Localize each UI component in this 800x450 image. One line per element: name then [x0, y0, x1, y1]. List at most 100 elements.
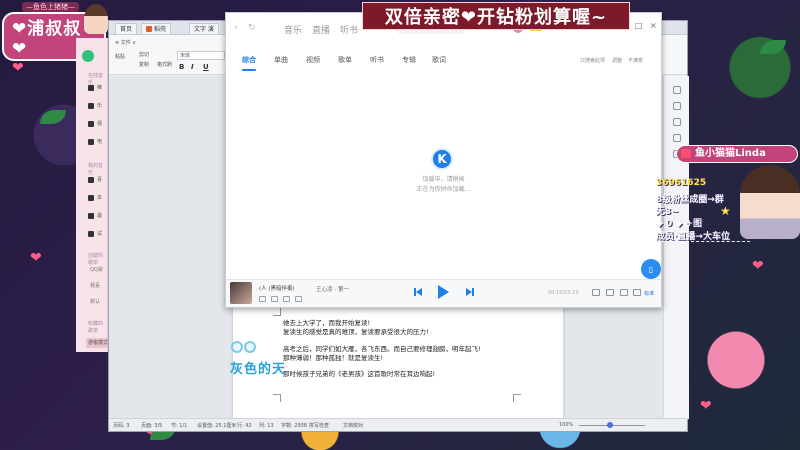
loop-icon[interactable] [606, 289, 614, 296]
paragraph: 复读生的感觉是真的难顶，复读要承受很大的压力! [283, 328, 429, 336]
video-icon [88, 120, 94, 127]
file-menu[interactable]: ≡ 文件 ∨ [115, 39, 136, 46]
zoom-slider-handle[interactable] [607, 422, 613, 428]
guest-mode-button[interactable]: 游客模式 [86, 338, 108, 348]
sidebar-item[interactable]: 乐 [88, 102, 108, 109]
status-row: 行: 42 [237, 423, 252, 429]
heart-decoration-icon: ❤ [700, 398, 712, 414]
sidebar-item[interactable]: 喜 [88, 176, 108, 183]
comment-icon[interactable] [283, 296, 290, 302]
gift-info: ◆ 0 ◆ +图 [656, 219, 703, 229]
play-button[interactable] [438, 285, 449, 299]
nav-music[interactable]: 音乐 [284, 23, 302, 36]
heart-decoration-icon: ❤ [12, 60, 24, 76]
loading-text: 加载中，请稍候 [422, 176, 465, 183]
room-id: 36961625 [656, 178, 707, 188]
spell-check-button[interactable]: 拼写检查 [309, 422, 329, 429]
status-setting: 设置值: 25.1厘米 [197, 423, 237, 429]
nav-audiobook[interactable]: 听书 [340, 23, 358, 36]
player-bar: (人 (黑暗伴奏) 王心凌 - 第一 00:16/03:23 标准 [226, 279, 661, 307]
doc-check-button[interactable]: 文档校对 [343, 422, 363, 429]
song-cover[interactable] [230, 282, 252, 304]
cut-button[interactable]: 剪切 [139, 51, 149, 58]
next-track-button[interactable] [466, 288, 474, 296]
sidebar-item[interactable]: 视 [88, 120, 108, 127]
sidebar-item[interactable]: 本 [88, 194, 108, 201]
copy-button[interactable]: 复制 [139, 61, 149, 68]
streamer-avatar [84, 4, 108, 34]
sidebar-item[interactable]: 最 [88, 212, 108, 219]
panel-tool-icon[interactable] [673, 86, 681, 94]
divider-line [630, 241, 750, 242]
music-search-window: ‹ ↻ 音乐 直播 听书 Q 搜索 – □ × 综合 单曲 视频 歌单 听书 专… [225, 12, 662, 308]
playlist-icon[interactable] [633, 289, 641, 296]
playback-time: 00:16/03:23 [548, 290, 579, 296]
streamer-badge-tag: —鱼色上猪猪— [22, 2, 79, 12]
heart-icon [88, 176, 94, 183]
panel-tool-icon[interactable] [673, 102, 681, 110]
panel-tool-icon[interactable] [673, 118, 681, 126]
heart-decoration-icon: ❤ [752, 258, 764, 274]
audio-quality-badge[interactable]: 标准 [644, 290, 654, 297]
tab-lyrics[interactable]: 歌词 [432, 55, 446, 65]
tab-docer[interactable]: 稻壳 [141, 23, 172, 34]
refresh-icon[interactable]: ↻ [248, 23, 256, 33]
star-icon: ★ [720, 204, 731, 218]
tab-document[interactable]: 文字 演 [189, 23, 219, 34]
active-tab-indicator [242, 69, 256, 71]
zoom-level: 100% [559, 422, 574, 428]
tab-videos[interactable]: 视频 [306, 55, 320, 65]
sidebar-item[interactable]: 电 [88, 138, 108, 145]
song-title[interactable]: (人 (黑暗伴奏) [259, 284, 295, 292]
sidebar-section-collected: 收藏的歌单 [88, 321, 104, 334]
format-painter-button[interactable]: 格式刷 [157, 61, 172, 68]
volume-icon[interactable] [592, 289, 600, 296]
sidebar-item[interactable]: 推 [88, 84, 108, 91]
back-arrow-icon[interactable]: ‹ [234, 23, 238, 33]
status-section: 节: 1/1 [171, 423, 188, 429]
tab-overall[interactable]: 综合 [242, 55, 256, 65]
tab-home[interactable]: 首页 [115, 23, 138, 34]
sidebar-playlist[interactable]: 我喜 [90, 282, 100, 289]
streamer-avatar-right [740, 165, 800, 239]
feedback-link[interactable]: 不满意 [628, 57, 643, 64]
italic-button[interactable]: I [191, 63, 194, 71]
sidebar-playlist[interactable]: 默认 [90, 298, 100, 305]
download-icon[interactable] [271, 296, 278, 302]
overlay-sticker-text: 灰色的天 [230, 362, 287, 377]
adjust-link[interactable]: 调整 [612, 57, 622, 64]
sidebar-playlist[interactable]: QQ歌 [90, 266, 103, 273]
tab-audiobooks[interactable]: 听书 [370, 55, 384, 65]
tab-playlists[interactable]: 歌单 [338, 55, 352, 65]
font-name-select[interactable]: 宋体 [177, 51, 225, 60]
kugou-logo-icon: K [431, 148, 453, 170]
document-sidepanel [663, 76, 689, 419]
margin-mark [273, 394, 281, 402]
mobile-device-button[interactable]: ▯ [641, 259, 661, 279]
nav-live[interactable]: 直播 [312, 23, 330, 36]
maximize-icon[interactable]: □ [635, 21, 643, 30]
search-this-link[interactable]: 只搜索此项 [580, 57, 605, 64]
heart-decoration-icon: ❤ [30, 250, 42, 266]
loading-subtext: 正在为你拼命加载... [416, 186, 471, 193]
song-artist[interactable]: 王心凌 - 第一 [316, 285, 349, 293]
underline-button[interactable]: U [203, 63, 209, 71]
like-icon[interactable] [259, 296, 266, 302]
recommend-icon [88, 84, 94, 91]
more-icon[interactable] [295, 296, 302, 302]
margin-mark [513, 394, 521, 402]
status-pages: 页面: 3/5 [141, 423, 163, 429]
promo-banner: 双倍亲密❤开钻粉划算喔~ [362, 2, 630, 30]
paste-button[interactable]: 粘贴 [115, 53, 125, 60]
previous-track-button[interactable] [414, 288, 422, 296]
bubble-sticker-icon [231, 338, 259, 353]
panel-tool-icon[interactable] [673, 134, 681, 142]
sidebar-item[interactable]: 试 [88, 230, 108, 237]
docer-icon [146, 26, 152, 32]
close-icon[interactable]: × [650, 21, 657, 30]
lyrics-icon[interactable] [620, 289, 628, 296]
tab-albums[interactable]: 专辑 [402, 55, 416, 65]
tab-songs[interactable]: 单曲 [274, 55, 288, 65]
bold-button[interactable]: B [179, 63, 184, 71]
music-hall-icon [88, 102, 94, 109]
